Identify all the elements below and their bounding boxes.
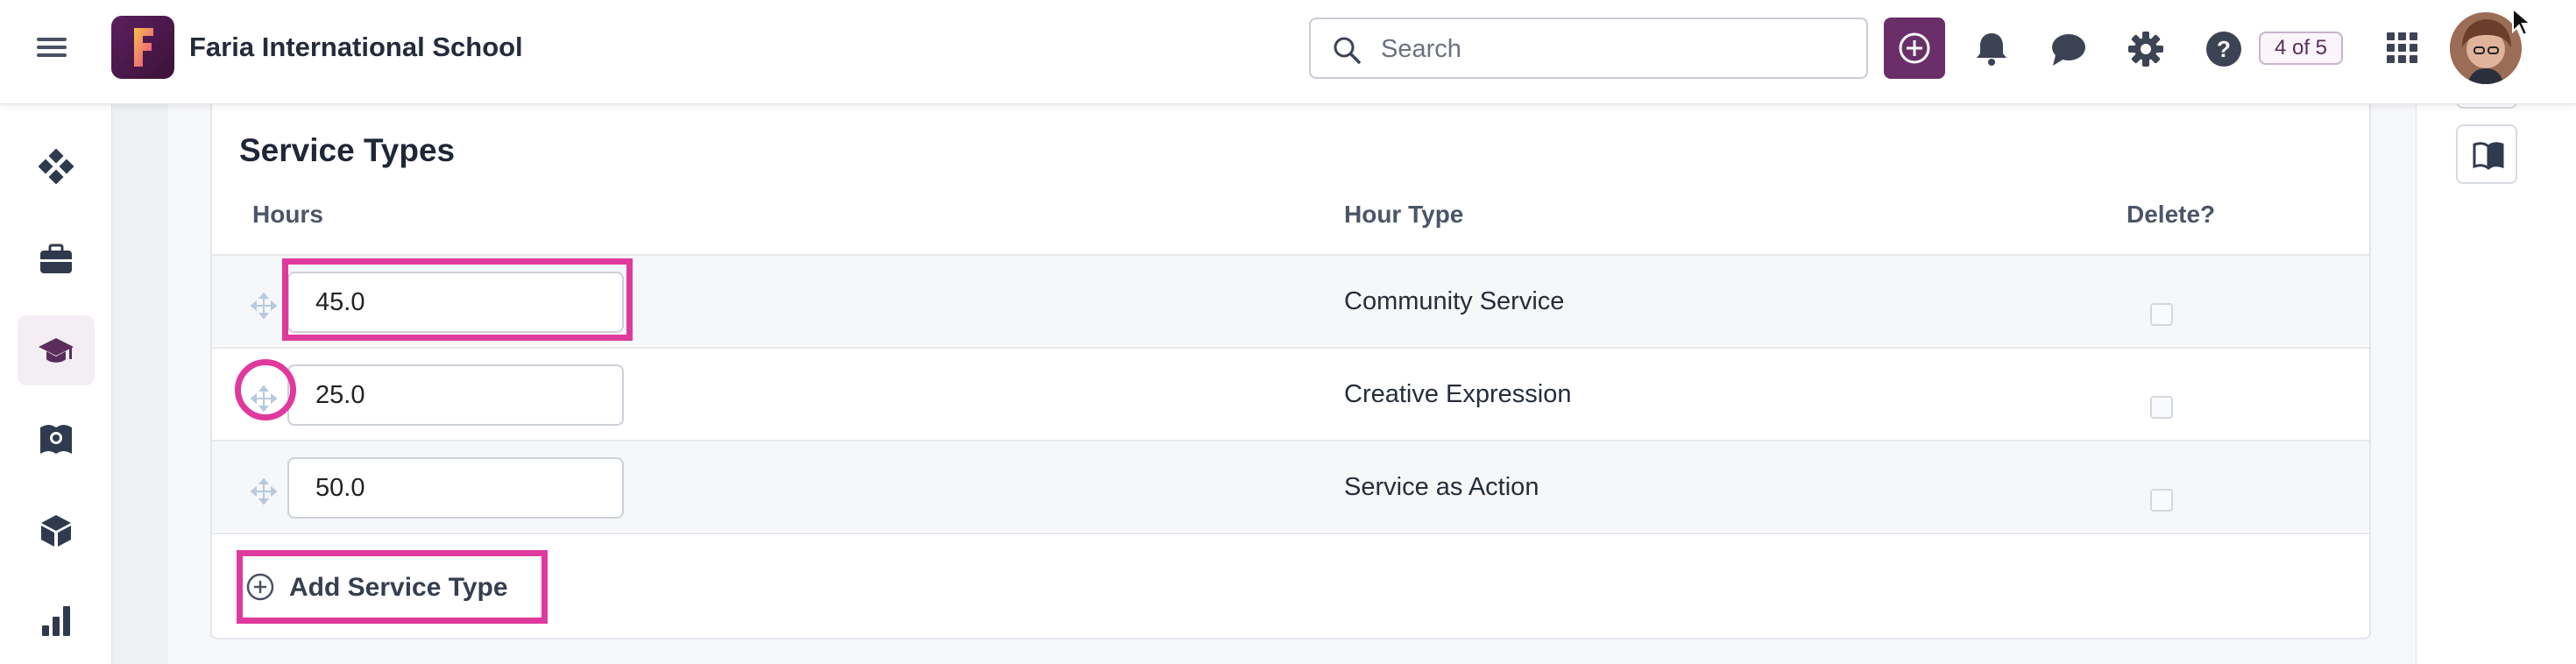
column-header-hours: Hours (252, 201, 323, 228)
drag-handle-icon[interactable] (251, 385, 277, 412)
hours-input[interactable] (287, 272, 624, 333)
menu-icon[interactable] (37, 33, 67, 63)
sidebar-item-dashboard[interactable] (18, 131, 95, 201)
search-box[interactable] (1309, 18, 1868, 79)
gear-icon[interactable] (2126, 29, 2166, 69)
bar-chart-icon (42, 606, 70, 636)
faria-logo-icon (134, 28, 153, 67)
top-bar: Faria International School ? 4 of 5 (0, 0, 2576, 104)
table-row: Service as Action (212, 440, 2369, 531)
apps-grid-icon[interactable] (2385, 31, 2420, 66)
column-header-delete: Delete? (2127, 201, 2216, 228)
search-input[interactable] (1379, 30, 1838, 68)
diamond-grid-icon (39, 149, 74, 184)
hour-type-label: Community Service (1344, 287, 1565, 315)
sidebar-item-resources[interactable] (18, 496, 95, 566)
search-icon (1334, 37, 1361, 64)
delete-checkbox[interactable] (2150, 303, 2173, 326)
table-row: Creative Expression (212, 347, 2369, 438)
drag-handle-icon[interactable] (251, 293, 277, 319)
hours-input[interactable] (287, 364, 624, 426)
book-globe-icon (40, 425, 72, 454)
sidebar (0, 103, 112, 664)
svg-text:?: ? (2217, 36, 2231, 62)
delete-checkbox[interactable] (2150, 396, 2173, 419)
chat-icon[interactable] (2049, 29, 2089, 69)
hours-input[interactable] (287, 457, 624, 519)
card-title: Service Types (239, 132, 456, 168)
bell-icon[interactable] (1971, 29, 2012, 69)
cube-icon (41, 515, 71, 547)
add-row: Add Service Type (212, 533, 2369, 636)
sidebar-item-briefcase[interactable] (18, 224, 95, 294)
sidebar-item-library[interactable] (18, 405, 95, 475)
school-logo[interactable] (111, 16, 174, 79)
hour-type-label: Service as Action (1344, 473, 1539, 501)
rail-button-book[interactable] (2456, 124, 2517, 184)
tour-progress-badge[interactable]: 4 of 5 (2259, 32, 2343, 65)
school-name[interactable]: Faria International School (189, 32, 523, 63)
drag-handle-icon[interactable] (251, 478, 277, 505)
briefcase-icon (40, 244, 72, 273)
delete-checkbox[interactable] (2150, 489, 2173, 512)
hour-type-label: Creative Expression (1344, 380, 1572, 408)
open-book-icon (2473, 142, 2504, 170)
plus-circle-icon (1899, 32, 1930, 64)
right-rail (2416, 103, 2576, 664)
service-types-card: Service Types Hours Hour Type Delete? Co… (210, 103, 2371, 639)
help-icon[interactable]: ? (2204, 29, 2244, 69)
column-header-hour-type: Hour Type (1344, 201, 1464, 228)
sidebar-item-reports[interactable] (18, 585, 95, 655)
graduation-cap-icon (39, 338, 74, 363)
sidebar-item-programme[interactable] (18, 315, 95, 385)
table-row: Community Service (212, 254, 2369, 345)
create-button[interactable] (1884, 18, 1945, 79)
mouse-cursor-icon (2512, 7, 2532, 37)
plus-circle-icon (246, 573, 274, 601)
add-service-type-label: Add Service Type (289, 573, 508, 602)
